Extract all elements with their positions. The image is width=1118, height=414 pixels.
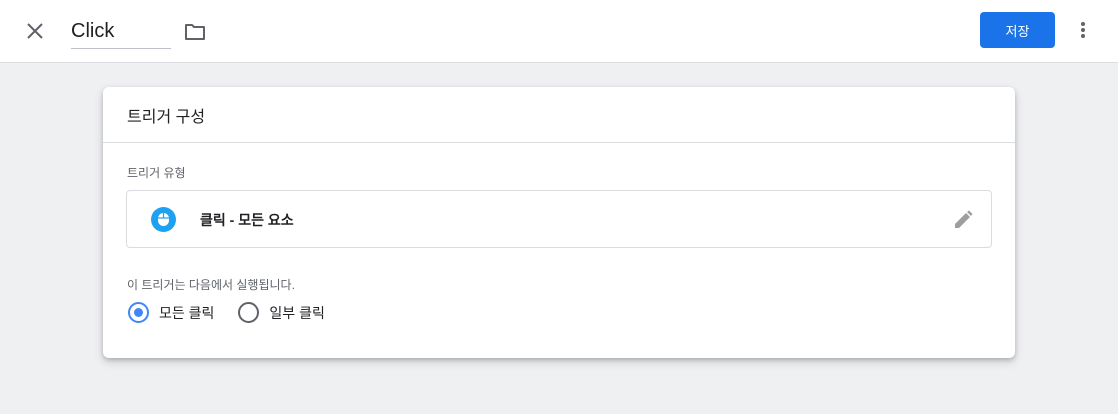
pencil-icon[interactable] [951, 208, 975, 232]
close-icon [27, 23, 43, 39]
radio-option-all-clicks[interactable]: 모든 클릭 [128, 302, 214, 323]
radio-button-all-clicks[interactable] [128, 302, 149, 323]
radio-label-all-clicks: 모든 클릭 [159, 304, 215, 321]
more-vert-icon [1081, 22, 1085, 38]
radio-button-some-clicks[interactable] [238, 302, 260, 323]
trigger-type-label: 트리거 유형 [127, 166, 186, 180]
fires-on-radio-group: 모든 클릭 일부 클릭 [128, 302, 349, 323]
card-title: 트리거 구성 [103, 87, 1015, 143]
trigger-type-value: 클릭 - 모든 요소 [200, 212, 294, 228]
folder-button[interactable] [183, 20, 207, 44]
folder-icon [185, 24, 205, 40]
trigger-type-selector[interactable]: 클릭 - 모든 요소 [126, 190, 992, 248]
radio-label-some-clicks: 일부 클릭 [269, 304, 325, 321]
radio-option-some-clicks[interactable]: 일부 클릭 [238, 302, 325, 323]
close-button[interactable] [23, 19, 47, 43]
save-button[interactable]: 저장 [980, 12, 1055, 48]
trigger-config-card: 트리거 구성 트리거 유형 클릭 - 모든 요소 이 트리거는 다음에서 실행됩… [103, 87, 1015, 358]
top-bar: Click 저장 [0, 0, 1118, 63]
more-options-button[interactable] [1071, 18, 1095, 42]
tag-name-field[interactable]: Click [71, 16, 171, 49]
mouse-icon [151, 207, 176, 232]
fires-on-label: 이 트리거는 다음에서 실행됩니다. [127, 278, 295, 292]
